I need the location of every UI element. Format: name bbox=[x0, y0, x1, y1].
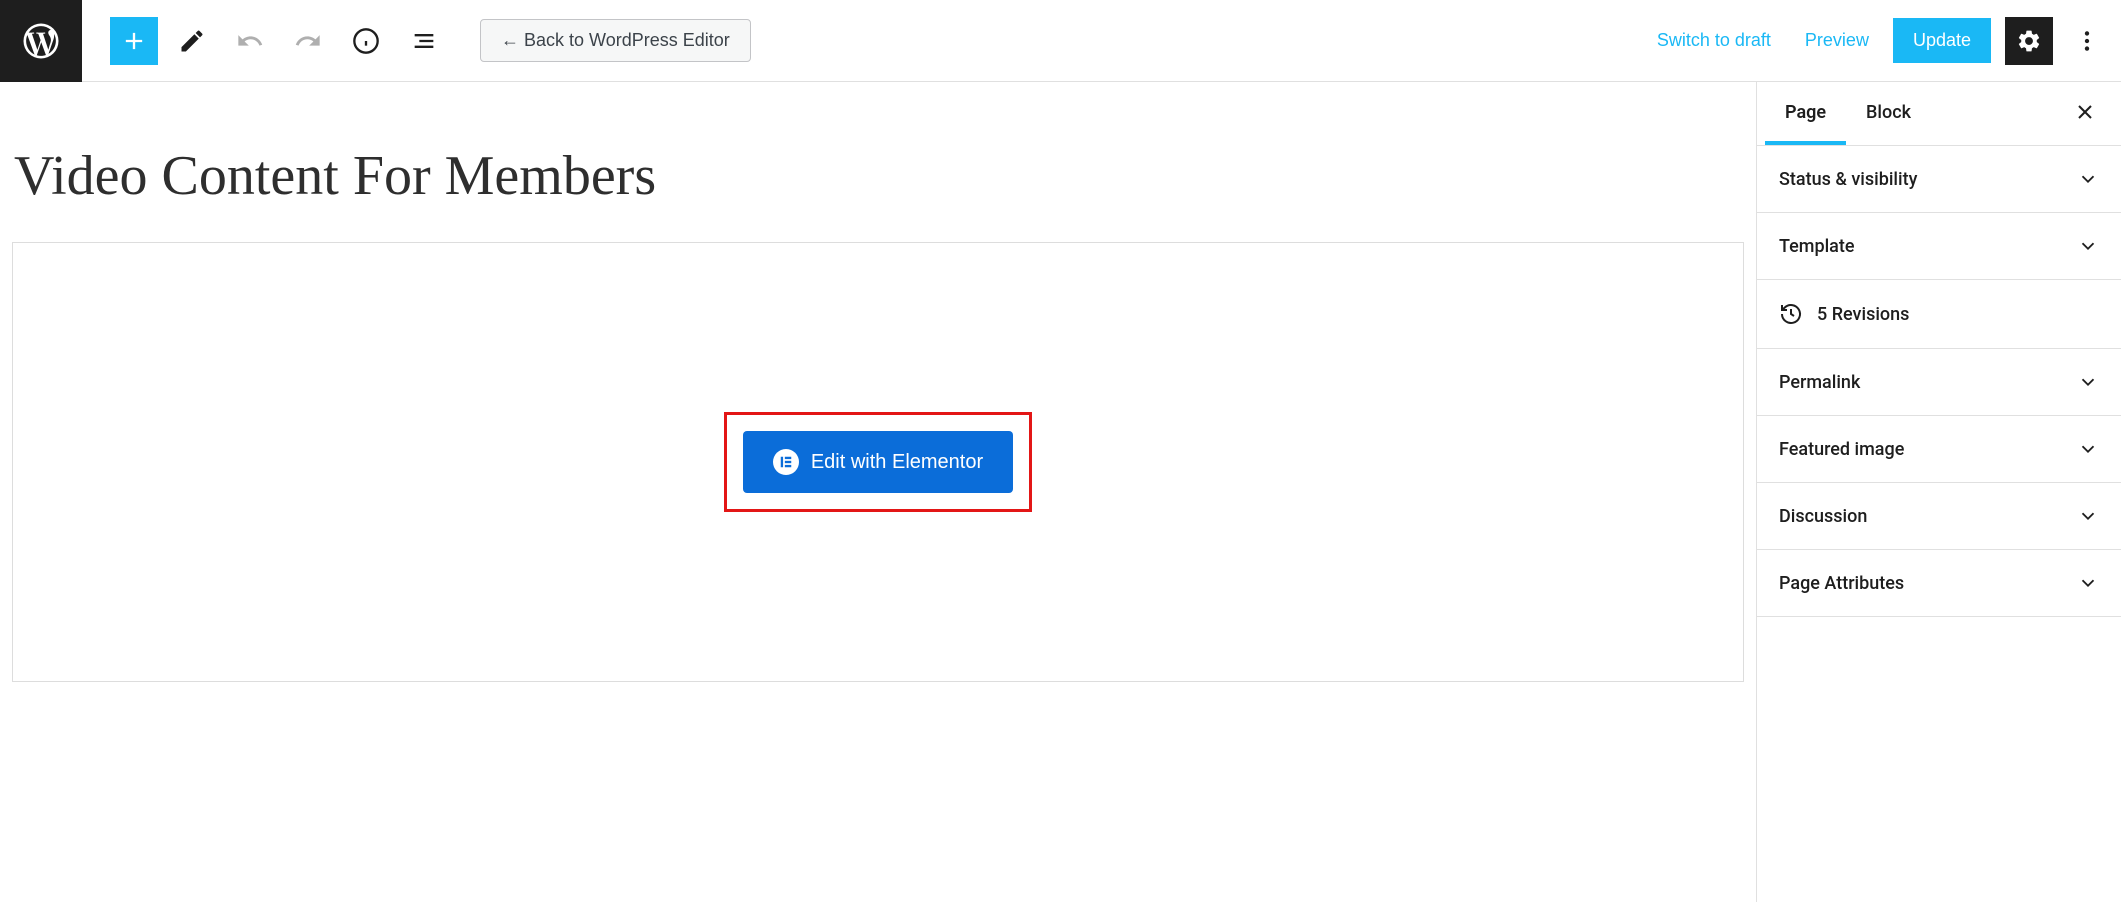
switch-to-draft-button[interactable]: Switch to draft bbox=[1647, 22, 1781, 59]
vertical-dots-icon bbox=[2074, 28, 2100, 54]
panel-page-attributes[interactable]: Page Attributes bbox=[1757, 550, 2121, 617]
wordpress-icon bbox=[20, 20, 62, 62]
tab-page[interactable]: Page bbox=[1765, 82, 1846, 145]
list-view-button[interactable] bbox=[400, 17, 448, 65]
panel-label: Featured image bbox=[1779, 439, 1904, 460]
list-icon bbox=[410, 27, 438, 55]
panel-status-visibility[interactable]: Status & visibility bbox=[1757, 146, 2121, 213]
back-to-wp-editor-button[interactable]: ← Back to WordPress Editor bbox=[480, 19, 751, 62]
elementor-highlight-box: Edit with Elementor bbox=[724, 412, 1032, 512]
wordpress-logo[interactable] bbox=[0, 0, 82, 82]
panel-permalink[interactable]: Permalink bbox=[1757, 349, 2121, 416]
panel-revisions[interactable]: 5 Revisions bbox=[1757, 280, 2121, 349]
edit-with-elementor-button[interactable]: Edit with Elementor bbox=[743, 431, 1013, 493]
panel-label: Status & visibility bbox=[1779, 169, 1917, 190]
settings-button[interactable] bbox=[2005, 17, 2053, 65]
tab-block[interactable]: Block bbox=[1846, 82, 1931, 145]
panel-label: Discussion bbox=[1779, 506, 1867, 527]
panel-label: 5 Revisions bbox=[1817, 304, 1909, 325]
panel-label: Template bbox=[1779, 236, 1855, 257]
elementor-icon bbox=[773, 449, 799, 475]
toolbar-left: ← Back to WordPress Editor bbox=[82, 17, 751, 65]
pencil-icon bbox=[178, 27, 206, 55]
main-layout: Video Content For Members Edit with Elem… bbox=[0, 82, 2121, 902]
chevron-down-icon bbox=[2077, 572, 2099, 594]
panel-label: Permalink bbox=[1779, 372, 1860, 393]
chevron-down-icon bbox=[2077, 235, 2099, 257]
preview-button[interactable]: Preview bbox=[1795, 22, 1879, 59]
info-icon bbox=[352, 27, 380, 55]
panel-featured-image[interactable]: Featured image bbox=[1757, 416, 2121, 483]
page-title[interactable]: Video Content For Members bbox=[14, 144, 1744, 208]
close-icon bbox=[2073, 100, 2097, 124]
content-area: Video Content For Members Edit with Elem… bbox=[0, 82, 1756, 902]
more-options-button[interactable] bbox=[2067, 17, 2107, 65]
chevron-down-icon bbox=[2077, 505, 2099, 527]
history-icon bbox=[1779, 302, 1803, 326]
info-button[interactable] bbox=[342, 17, 390, 65]
sidebar-tabs: Page Block bbox=[1757, 82, 2121, 146]
elementor-btn-label: Edit with Elementor bbox=[811, 451, 983, 474]
undo-icon bbox=[236, 27, 264, 55]
plus-icon bbox=[120, 27, 148, 55]
close-sidebar-button[interactable] bbox=[2057, 88, 2113, 139]
add-block-button[interactable] bbox=[110, 17, 158, 65]
edit-tool-button[interactable] bbox=[168, 17, 216, 65]
redo-icon bbox=[294, 27, 322, 55]
chevron-down-icon bbox=[2077, 168, 2099, 190]
panel-discussion[interactable]: Discussion bbox=[1757, 483, 2121, 550]
redo-button[interactable] bbox=[284, 17, 332, 65]
chevron-down-icon bbox=[2077, 438, 2099, 460]
gear-icon bbox=[2016, 28, 2042, 54]
panel-label: Page Attributes bbox=[1779, 573, 1904, 594]
top-toolbar: ← Back to WordPress Editor Switch to dra… bbox=[0, 0, 2121, 82]
toolbar-right: Switch to draft Preview Update bbox=[1647, 17, 2121, 65]
update-button[interactable]: Update bbox=[1893, 18, 1991, 63]
panel-template[interactable]: Template bbox=[1757, 213, 2121, 280]
settings-sidebar: Page Block Status & visibility Template bbox=[1756, 82, 2121, 902]
undo-button[interactable] bbox=[226, 17, 274, 65]
chevron-down-icon bbox=[2077, 371, 2099, 393]
editor-canvas: Edit with Elementor bbox=[12, 242, 1744, 682]
